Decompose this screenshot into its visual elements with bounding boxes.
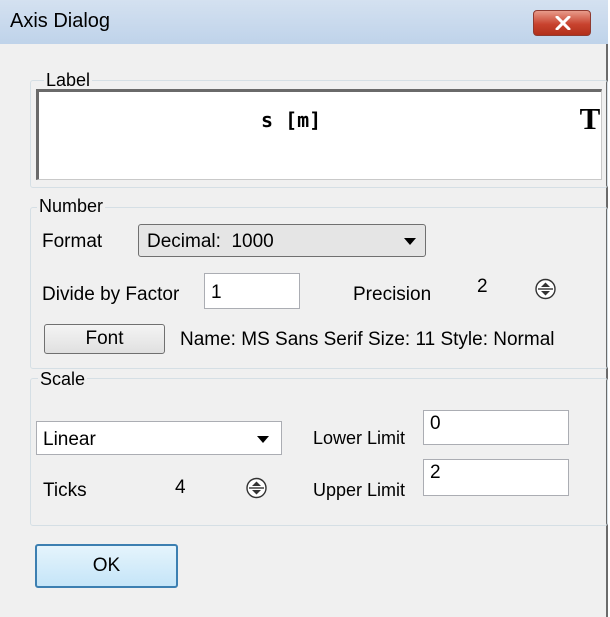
chevron-down-icon [257, 436, 269, 443]
divide-by-factor-value: 1 [211, 282, 222, 303]
scale-type-select[interactable]: Linear [36, 421, 282, 455]
lower-limit-input[interactable]: 0 [423, 410, 569, 445]
chevron-down-icon [404, 238, 416, 245]
divide-by-factor-input[interactable]: 1 [204, 273, 300, 309]
ticks-value: 4 [175, 477, 186, 498]
text-format-icon[interactable]: T [577, 103, 603, 134]
precision-label: Precision [353, 284, 432, 305]
scale-group-legend: Scale [38, 369, 88, 389]
upper-limit-value: 2 [430, 462, 441, 483]
label-text: s [m] [261, 108, 322, 132]
window-title: Axis Dialog [10, 10, 111, 32]
close-icon [555, 16, 571, 30]
lower-limit-value: 0 [430, 413, 441, 434]
scale-type-value: Linear [43, 429, 96, 450]
upper-limit-input[interactable]: 2 [423, 459, 569, 496]
axis-dialog-window: Axis Dialog Label s [m] T Number Format … [0, 0, 608, 617]
upper-limit-label: Upper Limit [313, 480, 406, 500]
precision-spinner-icon[interactable] [535, 278, 556, 300]
ticks-label: Ticks [43, 480, 87, 501]
title-bar[interactable]: Axis Dialog [0, 0, 608, 44]
font-button[interactable]: Font [44, 324, 165, 354]
ok-button-label: OK [92, 555, 121, 576]
ticks-spinner-icon[interactable] [246, 477, 267, 499]
font-button-label: Font [85, 328, 124, 349]
close-button[interactable] [533, 10, 591, 36]
format-label: Format [42, 231, 103, 252]
divide-by-factor-label: Divide by Factor [42, 284, 180, 305]
format-select-value: Decimal: 1000 [147, 231, 274, 252]
label-text-field[interactable]: s [m] T [36, 89, 602, 180]
format-select[interactable]: Decimal: 1000 [138, 224, 426, 257]
font-info-text: Name: MS Sans Serif Size: 11 Style: Norm… [180, 329, 555, 350]
lower-limit-label: Lower Limit [313, 428, 406, 448]
ok-button[interactable]: OK [35, 544, 178, 588]
number-group-legend: Number [37, 196, 106, 216]
label-group-legend: Label [44, 70, 93, 90]
precision-value: 2 [477, 276, 488, 297]
